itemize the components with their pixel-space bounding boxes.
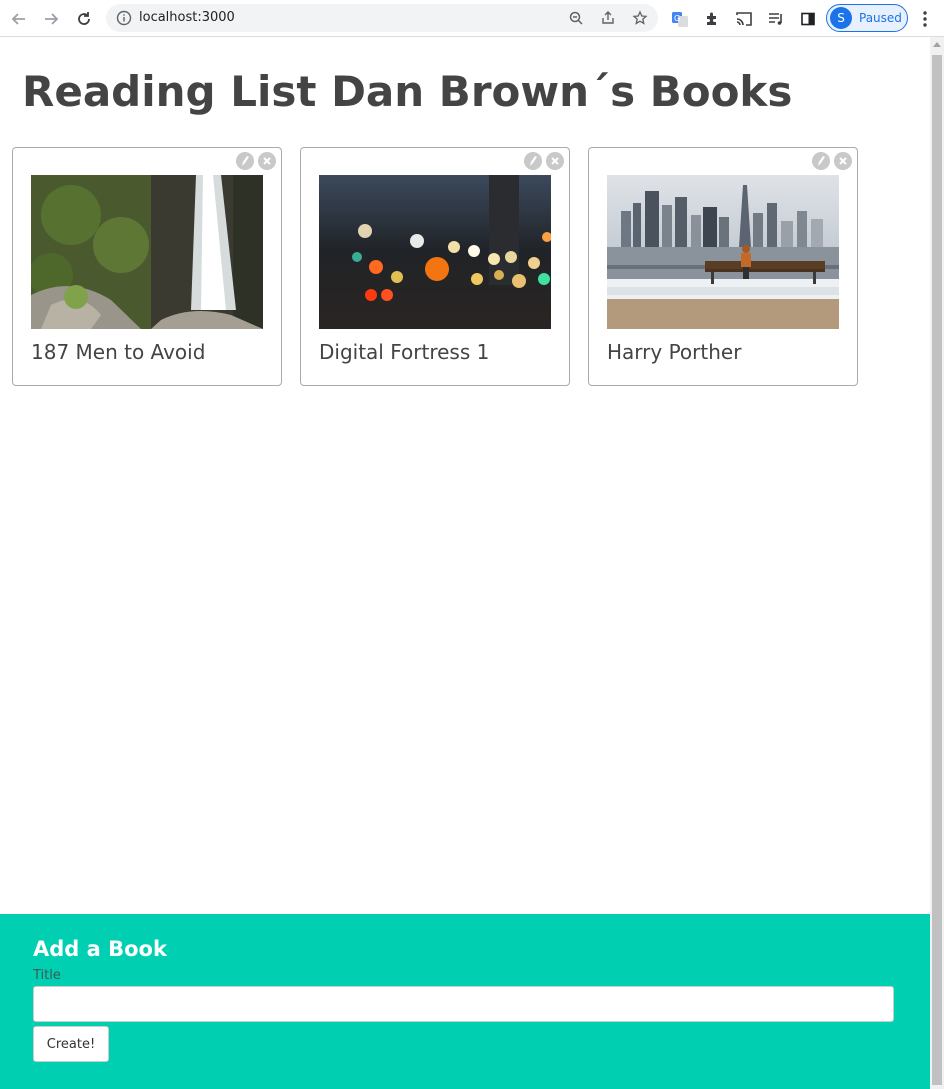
scrollbar[interactable] [930, 37, 944, 1089]
zoom-icon[interactable] [568, 10, 584, 26]
url-text: localhost:3000 [139, 10, 235, 25]
page-title: Reading List Dan Brown´s Books [22, 67, 793, 116]
address-bar[interactable]: localhost:3000 [106, 4, 658, 32]
side-panel-icon[interactable] [795, 6, 821, 32]
create-button[interactable]: Create! [33, 1026, 109, 1062]
scroll-up-arrow-icon[interactable] [933, 42, 941, 47]
delete-x-icon[interactable] [834, 152, 852, 170]
title-input[interactable] [33, 986, 894, 1022]
page-content: Reading List Dan Brown´s Books 187 Men t… [0, 37, 930, 1089]
bookmark-star-icon[interactable] [632, 10, 648, 26]
svg-text:G: G [674, 14, 680, 23]
back-arrow-icon[interactable] [7, 7, 31, 31]
book-card: 187 Men to Avoid [12, 147, 282, 386]
title-label: Title [33, 968, 61, 983]
reload-icon[interactable] [72, 7, 96, 31]
menu-kebab-icon[interactable] [918, 8, 932, 30]
cast-icon[interactable] [731, 6, 757, 32]
share-icon[interactable] [600, 10, 616, 26]
book-title: 187 Men to Avoid [31, 340, 206, 364]
book-cover-image-bokeh-lights [319, 175, 551, 329]
form-heading: Add a Book [33, 937, 167, 961]
book-title: Digital Fortress 1 [319, 340, 490, 364]
site-info-icon[interactable] [116, 10, 132, 26]
forward-arrow-icon[interactable] [39, 7, 63, 31]
book-card: Harry Porther [588, 147, 858, 386]
scrollbar-thumb[interactable] [932, 55, 942, 1085]
delete-x-icon[interactable] [546, 152, 564, 170]
media-queue-icon[interactable] [763, 6, 789, 32]
profile-button[interactable]: S Paused [826, 4, 908, 32]
book-title: Harry Porther [607, 340, 742, 364]
browser-toolbar: localhost:3000 G S Paused [0, 0, 944, 37]
google-translate-icon[interactable]: G [667, 6, 693, 32]
book-cover-image-city-skyline [607, 175, 839, 329]
edit-pencil-icon[interactable] [812, 152, 830, 170]
profile-status: Paused [859, 11, 902, 25]
edit-pencil-icon[interactable] [236, 152, 254, 170]
book-cover-image-waterfall [31, 175, 263, 329]
delete-x-icon[interactable] [258, 152, 276, 170]
book-card: Digital Fortress 1 [300, 147, 570, 386]
avatar: S [830, 7, 852, 29]
extensions-puzzle-icon[interactable] [699, 6, 725, 32]
edit-pencil-icon[interactable] [524, 152, 542, 170]
add-book-form: Add a Book Title Create! [0, 914, 930, 1089]
